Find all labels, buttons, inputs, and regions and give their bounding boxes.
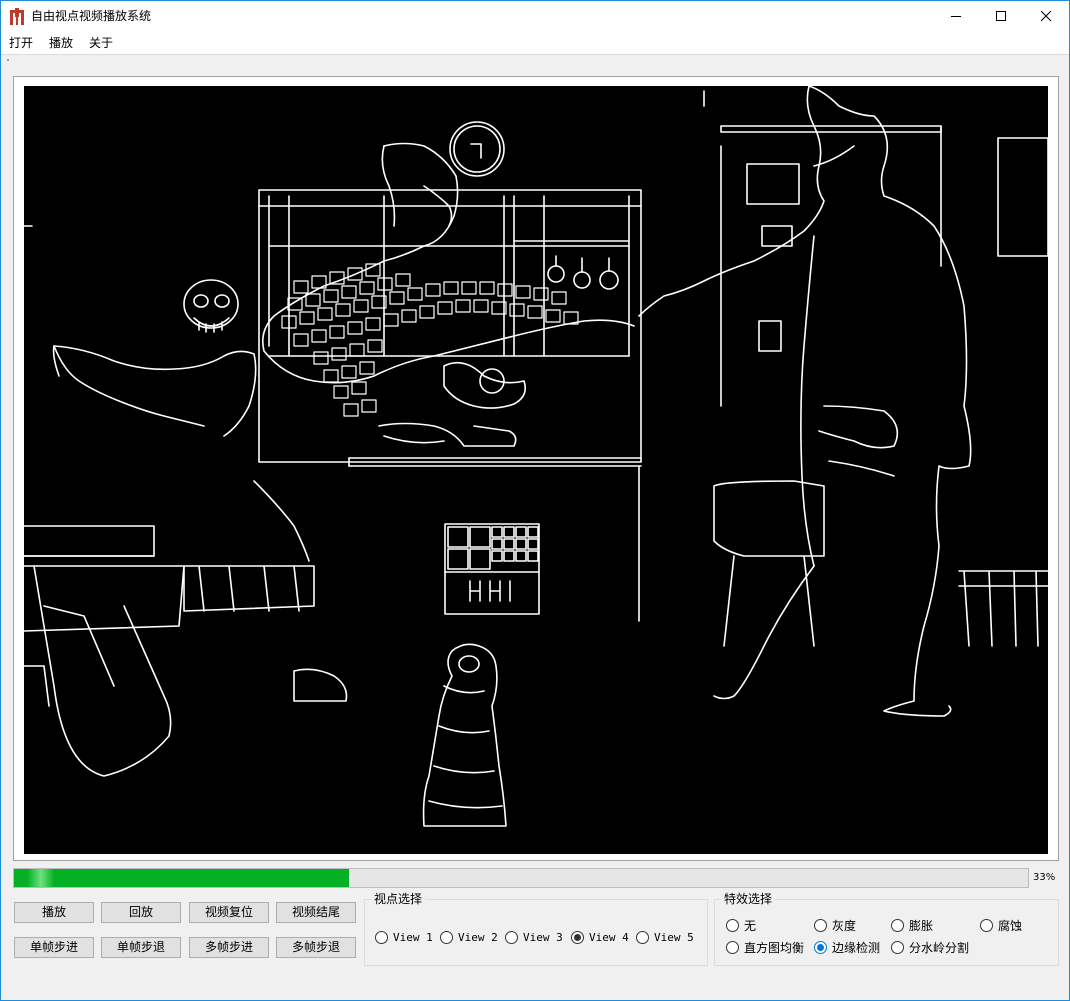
window-title: 自由视点视频播放系统 bbox=[31, 9, 152, 23]
title-bar[interactable]: 自由视点视频播放系统 bbox=[1, 1, 1069, 32]
video-reset-button[interactable]: 视频复位 bbox=[189, 902, 269, 923]
view-1-radio[interactable]: View 1 bbox=[375, 929, 433, 945]
effect-histogram-eq-radio[interactable]: 直方图均衡 bbox=[726, 939, 804, 955]
view-select-title: 视点选择 bbox=[371, 892, 426, 906]
view-5-label: View 5 bbox=[654, 930, 694, 944]
radio-button-checked-icon bbox=[571, 930, 584, 944]
effect-watershed-label: 分水岭分割 bbox=[909, 940, 970, 955]
effect-select-title: 特效选择 bbox=[721, 892, 776, 906]
progress-percent-text: 33% bbox=[1033, 872, 1056, 883]
effect-grayscale-label: 灰度 bbox=[832, 918, 857, 933]
radio-button-checked-icon bbox=[814, 940, 827, 954]
close-icon bbox=[1041, 11, 1052, 22]
radio-button-icon bbox=[891, 918, 904, 932]
menu-open[interactable]: 打开 bbox=[9, 35, 33, 51]
view-4-label: View 4 bbox=[589, 930, 629, 944]
main-window: 自由视点视频播放系统 打开 播放 关于 33% 播放 回放 视频复位 视频结尾 … bbox=[0, 0, 1070, 1001]
radio-button-icon bbox=[505, 930, 518, 944]
radio-button-icon bbox=[726, 918, 739, 932]
view-2-radio[interactable]: View 2 bbox=[440, 929, 498, 945]
radio-button-icon bbox=[814, 918, 827, 932]
menu-bar: 打开 播放 关于 bbox=[1, 32, 1069, 54]
minimize-icon bbox=[951, 16, 961, 17]
single-frame-forward-button[interactable]: 单帧步进 bbox=[14, 937, 94, 958]
effect-erode-radio[interactable]: 腐蚀 bbox=[980, 917, 1022, 933]
multi-frame-back-button[interactable]: 多帧步退 bbox=[276, 937, 356, 958]
effect-erode-label: 腐蚀 bbox=[998, 918, 1023, 933]
effect-none-radio[interactable]: 无 bbox=[726, 917, 756, 933]
radio-button-icon bbox=[636, 930, 649, 944]
effect-edge-detect-radio[interactable]: 边缘检测 bbox=[814, 939, 880, 955]
video-panel bbox=[13, 76, 1059, 861]
effect-dilate-radio[interactable]: 膨胀 bbox=[891, 917, 933, 933]
view-1-label: View 1 bbox=[393, 930, 433, 944]
radio-button-icon bbox=[726, 940, 739, 954]
radio-button-icon bbox=[440, 930, 453, 944]
menu-separator bbox=[1, 54, 1069, 55]
playback-progress-bar[interactable] bbox=[13, 868, 1029, 888]
view-3-label: View 3 bbox=[523, 930, 563, 944]
menu-play[interactable]: 播放 bbox=[49, 35, 73, 51]
radio-button-icon bbox=[891, 940, 904, 954]
maximize-button[interactable] bbox=[978, 1, 1024, 32]
menu-about[interactable]: 关于 bbox=[89, 35, 113, 51]
radio-button-icon bbox=[980, 918, 993, 932]
single-frame-back-button[interactable]: 单帧步退 bbox=[101, 937, 181, 958]
replay-button[interactable]: 回放 bbox=[101, 902, 181, 923]
play-button[interactable]: 播放 bbox=[14, 902, 94, 923]
view-3-radio[interactable]: View 3 bbox=[505, 929, 563, 945]
effect-watershed-radio[interactable]: 分水岭分割 bbox=[891, 939, 969, 955]
app-logo-icon bbox=[10, 8, 24, 25]
radio-button-icon bbox=[375, 930, 388, 944]
effect-grayscale-radio[interactable]: 灰度 bbox=[814, 917, 856, 933]
effect-histogram-eq-label: 直方图均衡 bbox=[744, 940, 805, 955]
effect-none-label: 无 bbox=[744, 918, 757, 933]
video-display bbox=[24, 86, 1048, 854]
close-button[interactable] bbox=[1023, 1, 1069, 32]
view-5-radio[interactable]: View 5 bbox=[636, 929, 694, 945]
video-end-button[interactable]: 视频结尾 bbox=[276, 902, 356, 923]
effect-dilate-label: 膨胀 bbox=[909, 918, 934, 933]
minimize-button[interactable] bbox=[933, 1, 979, 32]
view-4-radio[interactable]: View 4 bbox=[571, 929, 629, 945]
progress-fill bbox=[14, 869, 349, 887]
edge-detected-video-frame bbox=[24, 86, 1048, 827]
multi-frame-forward-button[interactable]: 多帧步进 bbox=[189, 937, 269, 958]
view-2-label: View 2 bbox=[458, 930, 498, 944]
maximize-icon bbox=[996, 11, 1006, 21]
toolbar-grip bbox=[7, 59, 9, 61]
effect-edge-detect-label: 边缘检测 bbox=[832, 940, 881, 955]
